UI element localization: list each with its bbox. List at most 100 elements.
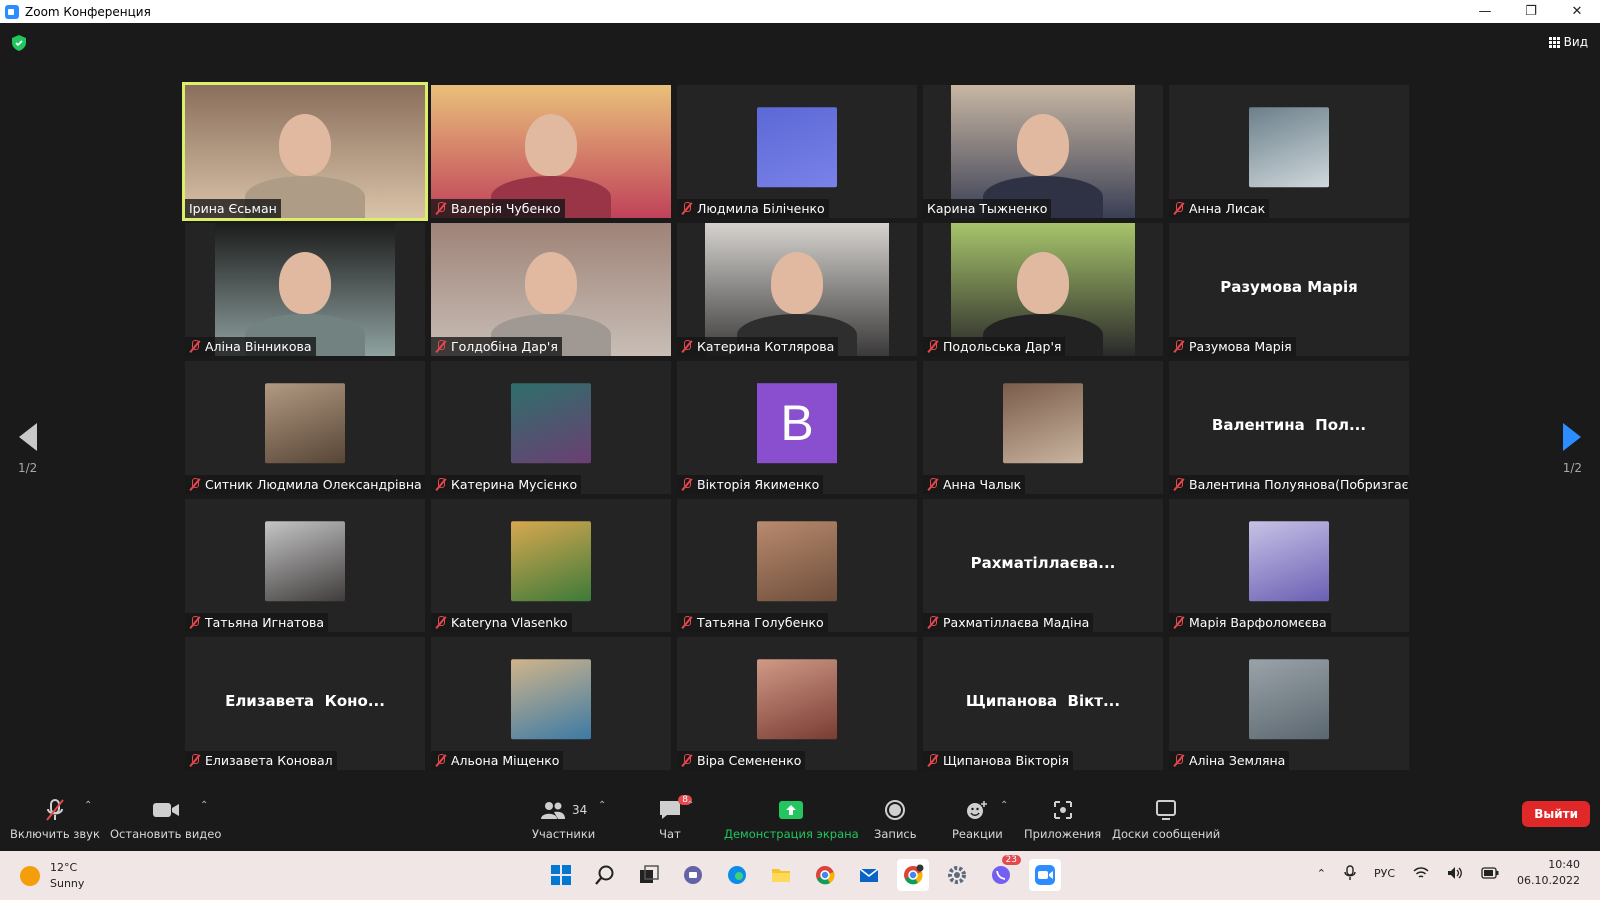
- participant-tile[interactable]: Ірина Єсьман: [182, 82, 428, 221]
- weather-temperature: 12°C: [50, 861, 78, 874]
- participant-name: Марія Варфоломєєва: [1189, 615, 1327, 630]
- participant-name: Валерія Чубенко: [451, 201, 561, 216]
- participant-tile[interactable]: Катерина Мусієнко: [431, 361, 671, 494]
- whiteboards-button[interactable]: Доски сообщений: [1112, 797, 1220, 841]
- chat-options-chevron-icon[interactable]: ⌃: [686, 800, 694, 811]
- participant-name: Анна Лисак: [1189, 201, 1266, 216]
- page-indicator-left: 1/2: [18, 461, 38, 475]
- chevron-up-icon[interactable]: ⌃: [1317, 867, 1326, 880]
- reactions-button[interactable]: Реакции: [952, 797, 1003, 841]
- taskbar-clock[interactable]: 10:40 06.10.2022: [1517, 857, 1580, 889]
- participant-tile[interactable]: Валерія Чубенко: [431, 85, 671, 218]
- participant-tile[interactable]: Татьяна Голубенко: [677, 499, 917, 632]
- grid-view-icon: [1548, 36, 1560, 48]
- share-screen-button[interactable]: Демонстрация экрана: [724, 797, 859, 841]
- microphone-icon[interactable]: [1344, 865, 1356, 881]
- taskbar-zoom-button[interactable]: [1029, 859, 1061, 891]
- muted-mic-icon: [435, 478, 447, 491]
- participants-button[interactable]: 34 Участники: [532, 797, 595, 841]
- muted-mic-icon: [435, 754, 447, 767]
- participant-avatar: [265, 520, 345, 601]
- wifi-icon[interactable]: [1413, 866, 1429, 880]
- participant-tile[interactable]: Kateryna Vlasenko: [431, 499, 671, 632]
- participant-tile[interactable]: Рахматіллаєва... Рахматіллаєва Мадіна: [923, 499, 1163, 632]
- muted-mic-icon: [1173, 616, 1185, 629]
- participant-name: Рахматіллаєва Мадіна: [943, 615, 1090, 630]
- participant-avatar: [1003, 382, 1083, 463]
- participant-tile[interactable]: Аліна Вінникова: [185, 223, 425, 356]
- taskbar-explorer-button[interactable]: [765, 859, 797, 891]
- zoom-app-icon: [5, 4, 19, 19]
- battery-icon[interactable]: [1481, 867, 1499, 879]
- participants-options-chevron-icon[interactable]: ⌃: [598, 800, 606, 811]
- participant-tile[interactable]: Голдобіна Дар'я: [431, 223, 671, 356]
- participant-tile[interactable]: Анна Лисак: [1169, 85, 1409, 218]
- weather-widget[interactable]: 12°C Sunny: [20, 860, 84, 892]
- record-label: Запись: [874, 827, 917, 841]
- participant-tile[interactable]: Альона Міщенко: [431, 637, 671, 770]
- taskbar-search-button[interactable]: [589, 859, 621, 891]
- meeting-area: Вид 1/2 1/2 Ірина Єсьман Валерія Чубенко Л…: [0, 23, 1600, 793]
- leave-meeting-button[interactable]: Выйти: [1522, 801, 1590, 827]
- participant-tile[interactable]: Валентина Пол... Валентина Полуянова(Побр…: [1169, 361, 1409, 494]
- view-button[interactable]: Вид: [1548, 35, 1588, 49]
- close-button[interactable]: ✕: [1554, 0, 1600, 23]
- muted-mic-icon: [681, 754, 693, 767]
- participant-tile[interactable]: Подольська Дар'я: [923, 223, 1163, 356]
- participant-name: Щипанова Вікторія: [943, 753, 1069, 768]
- participant-avatar: [511, 520, 591, 601]
- taskbar-chat-button[interactable]: [677, 859, 709, 891]
- start-button[interactable]: [545, 859, 577, 891]
- security-shield-icon[interactable]: [12, 35, 26, 51]
- participant-display-name: Елизавета Коно...: [225, 691, 385, 710]
- apps-button[interactable]: Приложения: [1024, 797, 1101, 841]
- participant-tile[interactable]: Щипанова Вікт... Щипанова Вікторія: [923, 637, 1163, 770]
- chat-button[interactable]: 8 Чат: [658, 795, 692, 841]
- taskbar-viber-button[interactable]: 23: [985, 855, 1021, 891]
- participant-tile[interactable]: Елизавета Коно... Елизавета Коновал: [185, 637, 425, 770]
- taskbar-chrome-button[interactable]: [809, 859, 841, 891]
- weather-description: Sunny: [50, 877, 85, 890]
- language-indicator[interactable]: РУС: [1374, 867, 1395, 880]
- restore-button[interactable]: ❐: [1508, 0, 1554, 23]
- audio-options-chevron-icon[interactable]: ⌃: [84, 800, 92, 811]
- taskbar-mail-button[interactable]: [853, 859, 885, 891]
- meeting-toolbar: Включить звук ⌃ Остановить видео ⌃ 34 Уч…: [0, 793, 1600, 851]
- participant-tile[interactable]: Анна Чалык: [923, 361, 1163, 494]
- participant-tile[interactable]: Татьяна Игнатова: [185, 499, 425, 632]
- taskbar-settings-button[interactable]: [941, 859, 973, 891]
- smiley-plus-icon: [967, 801, 988, 819]
- next-page-button[interactable]: 1/2: [1563, 423, 1582, 475]
- participant-tile[interactable]: Аліна Земляна: [1169, 637, 1409, 770]
- edge-icon: [728, 866, 746, 884]
- task-view-button[interactable]: [633, 859, 665, 891]
- participant-display-name: Разумова Марія: [1220, 277, 1358, 296]
- taskbar-chrome-profile-button[interactable]: [897, 859, 929, 891]
- arrow-left-icon: [18, 423, 37, 451]
- participant-display-name: Рахматіллаєва...: [970, 553, 1116, 572]
- muted-mic-icon: [927, 340, 939, 353]
- participant-tile[interactable]: Людмила Біліченко: [677, 85, 917, 218]
- video-options-chevron-icon[interactable]: ⌃: [200, 800, 208, 811]
- participant-name-label: Анна Лисак: [1169, 199, 1270, 218]
- taskbar-edge-button[interactable]: [721, 859, 753, 891]
- participant-tile[interactable]: Катерина Котлярова: [677, 223, 917, 356]
- record-button[interactable]: Запись: [874, 797, 917, 841]
- speaker-icon[interactable]: [1447, 866, 1463, 880]
- participant-tile[interactable]: Карина Тыжненко: [923, 85, 1163, 218]
- participant-name: Аліна Вінникова: [205, 339, 312, 354]
- participant-name: Катерина Котлярова: [697, 339, 835, 354]
- participant-name: Альона Міщенко: [451, 753, 560, 768]
- participant-name-label: Щипанова Вікторія: [923, 751, 1073, 770]
- participant-tile[interactable]: Віра Семененко: [677, 637, 917, 770]
- reactions-options-chevron-icon[interactable]: ⌃: [1000, 800, 1008, 811]
- participant-tile[interactable]: Марія Варфоломєєва: [1169, 499, 1409, 632]
- participant-tile[interactable]: Разумова Марія Разумова Марія: [1169, 223, 1409, 356]
- participant-tile[interactable]: B Вікторія Якименко: [677, 361, 917, 494]
- prev-page-button[interactable]: 1/2: [18, 423, 37, 475]
- participant-tile[interactable]: Ситник Людмила Олександрівна: [185, 361, 425, 494]
- participant-name-label: Альона Міщенко: [431, 751, 564, 770]
- minimize-button[interactable]: —: [1462, 0, 1508, 23]
- participant-silhouette: [771, 252, 823, 315]
- participant-silhouette: [525, 114, 577, 177]
